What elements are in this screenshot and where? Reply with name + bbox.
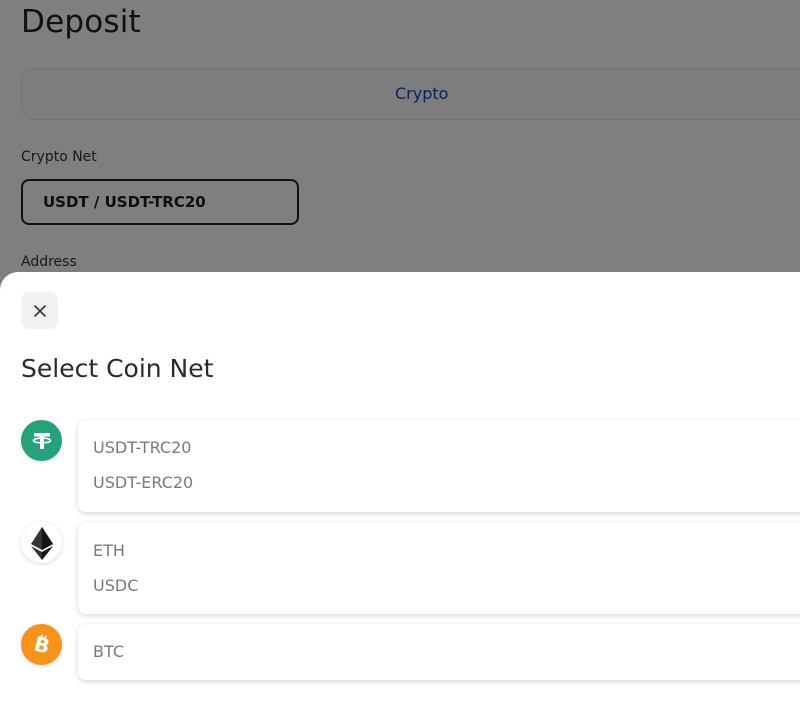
close-button[interactable] — [21, 292, 58, 329]
deposit-page: Deposit Crypto Crypto Net USDT / USDT-TR… — [0, 0, 800, 706]
ethereum-icon — [21, 522, 62, 563]
net-option-usdt-erc20[interactable]: USDT-ERC20 — [93, 473, 193, 492]
net-option-usdc[interactable]: USDC — [93, 576, 138, 595]
net-option-usdt-trc20[interactable]: USDT-TRC20 — [93, 438, 191, 457]
tether-icon — [21, 420, 62, 461]
select-coin-net-sheet: Select Coin Net USDT-TRC20 USDT-ERC20 ET… — [0, 272, 800, 706]
coin-group-ethereum: ETH USDC — [78, 522, 800, 614]
net-option-btc[interactable]: BTC — [93, 642, 124, 661]
net-option-eth[interactable]: ETH — [93, 541, 125, 560]
close-icon — [33, 304, 46, 317]
bitcoin-icon: B — [21, 624, 62, 665]
sheet-title: Select Coin Net — [21, 354, 214, 383]
coin-group-tether: USDT-TRC20 USDT-ERC20 — [78, 420, 800, 512]
coin-group-bitcoin: BTC — [78, 624, 800, 680]
